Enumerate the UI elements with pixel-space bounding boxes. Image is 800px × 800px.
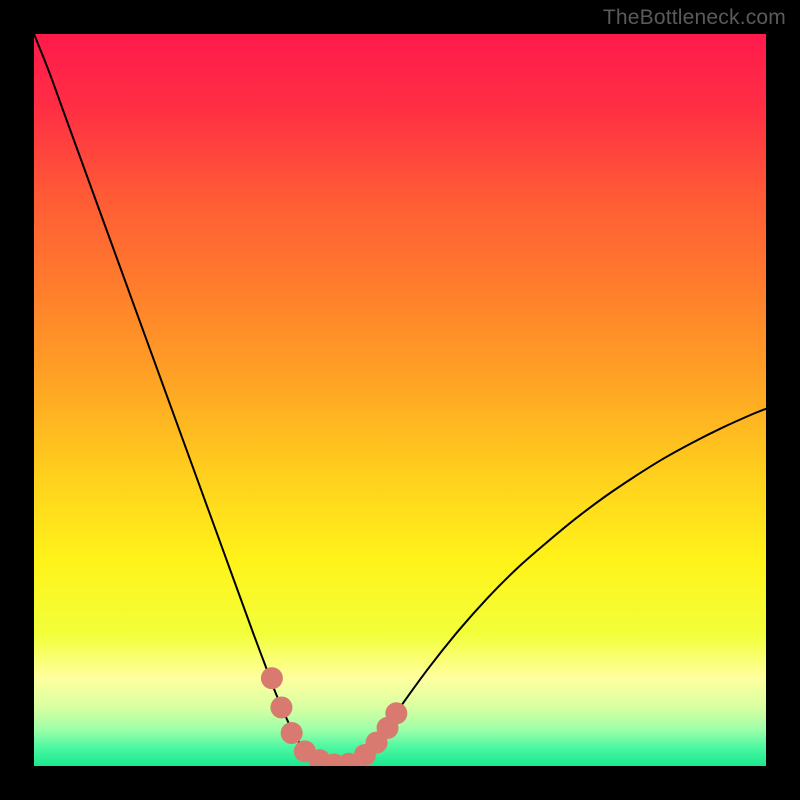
- chart-outer-frame: TheBottleneck.com: [0, 0, 800, 800]
- chart-background: [34, 34, 766, 766]
- marker-dot: [281, 722, 303, 744]
- watermark-text: TheBottleneck.com: [603, 6, 786, 30]
- marker-dot: [385, 702, 407, 724]
- marker-dot: [261, 667, 283, 689]
- chart-plot-area: [34, 34, 766, 766]
- marker-dot: [270, 696, 292, 718]
- chart-svg: [34, 34, 766, 766]
